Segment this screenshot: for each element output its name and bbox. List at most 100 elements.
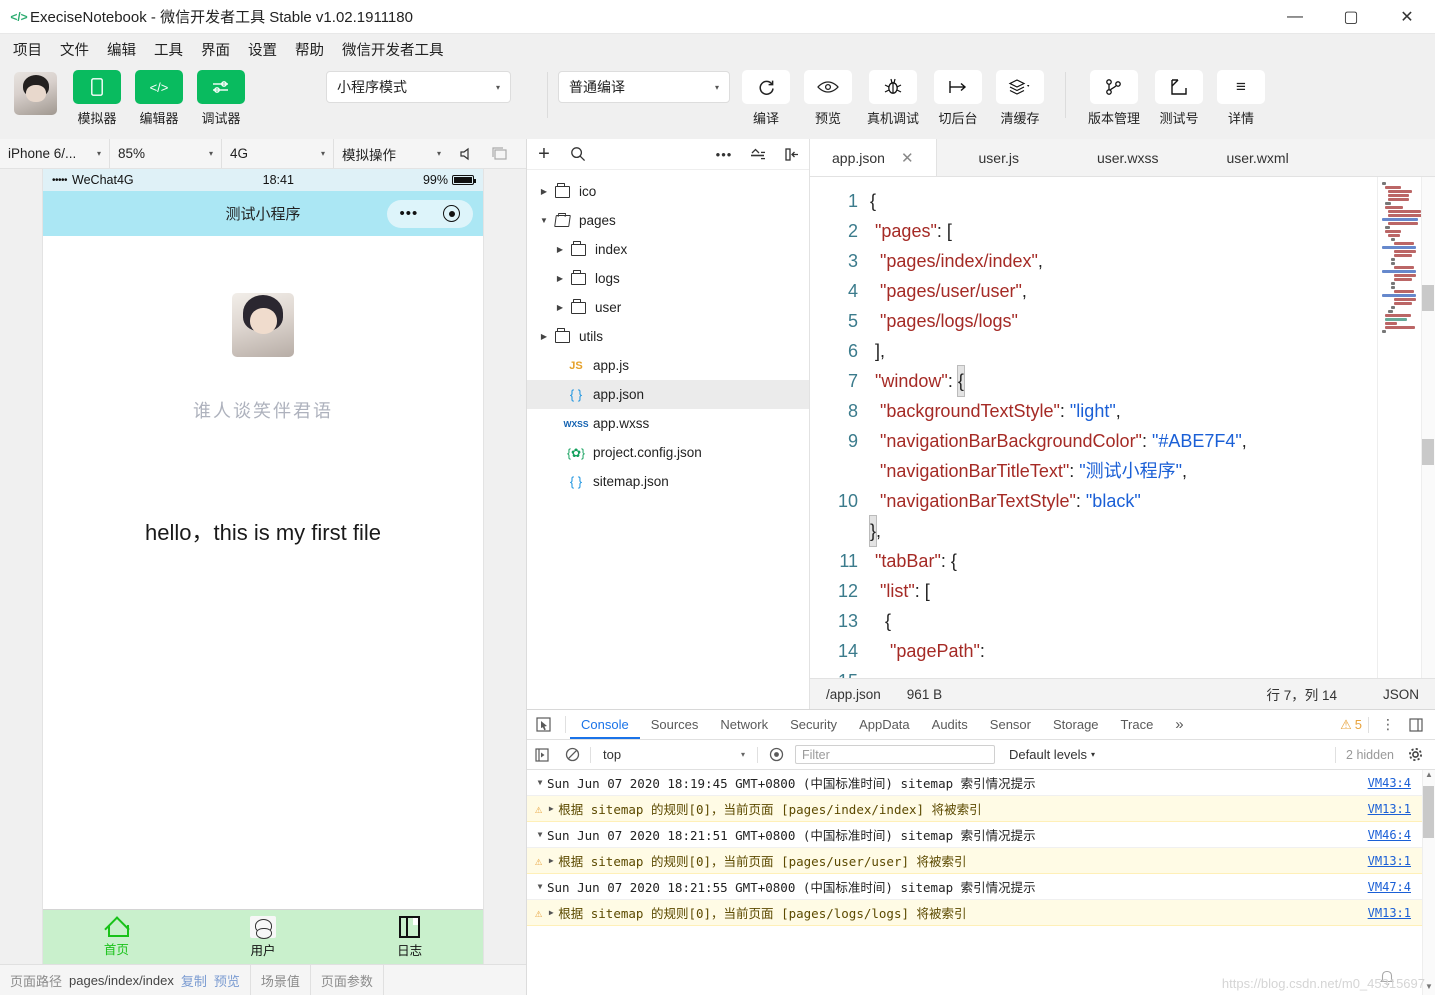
console-row-warning[interactable]: ⚠ ▶ 根据 sitemap 的规则[0]，当前页面 [pages/logs/l… (527, 900, 1435, 926)
kebab-menu-icon[interactable]: ⋮ (1375, 710, 1401, 740)
network-select[interactable]: 4G ▾ (222, 138, 334, 169)
clear-cache-button[interactable]: 清缓存 (992, 70, 1048, 127)
debugger-toggle-button[interactable]: 调试器 (193, 70, 249, 127)
dock-icon[interactable] (1403, 710, 1429, 740)
compile-button[interactable]: 编译 (738, 70, 794, 127)
scroll-up-icon[interactable]: ▲ (1423, 770, 1435, 783)
file-tree-item-project-config[interactable]: {✿} project.config.json (527, 438, 809, 467)
chevron-right-icon[interactable]: ▶ (553, 274, 567, 283)
menu-item-settings[interactable]: 设置 (239, 36, 286, 63)
editor-minimap[interactable] (1377, 177, 1435, 678)
file-tree-item-app-json[interactable]: { } app.json (527, 380, 809, 409)
simulator-toggle-button[interactable]: 模拟器 (69, 70, 125, 127)
console-row-group[interactable]: ▼ Sun Jun 07 2020 18:21:51 GMT+0800 (中国标… (527, 822, 1435, 848)
preview-path-button[interactable]: 预览 (214, 971, 240, 990)
compile-mode-select[interactable]: 普通编译 ▾ (558, 71, 730, 103)
editor-language[interactable]: JSON (1363, 687, 1419, 702)
file-tree-item-user[interactable]: ▶ user (527, 293, 809, 322)
execute-icon[interactable] (527, 740, 557, 770)
plus-icon[interactable]: + (527, 139, 561, 170)
chevron-down-icon[interactable]: ▼ (533, 882, 547, 891)
menu-item-file[interactable]: 文件 (51, 36, 98, 63)
speaker-icon[interactable] (449, 139, 483, 169)
more-icon[interactable]: ••• (707, 139, 741, 170)
tab-overflow[interactable]: » (1164, 710, 1194, 739)
tabbar-item-logs[interactable]: 日志 (336, 910, 483, 964)
console-row-group[interactable]: ▼ Sun Jun 07 2020 18:21:55 GMT+0800 (中国标… (527, 874, 1435, 900)
tab-sensor[interactable]: Sensor (979, 710, 1042, 739)
page-params-button[interactable]: 页面参数 (311, 965, 383, 995)
preview-button[interactable]: 预览 (800, 70, 856, 127)
close-button[interactable]: ✕ (1379, 0, 1435, 34)
minimize-button[interactable]: — (1267, 0, 1323, 34)
menu-item-tools[interactable]: 工具 (145, 36, 192, 63)
console-log-list[interactable]: ▼ Sun Jun 07 2020 18:19:45 GMT+0800 (中国标… (527, 770, 1435, 995)
live-expression-icon[interactable] (761, 740, 791, 770)
copy-path-button[interactable]: 复制 (181, 971, 207, 990)
mode-select[interactable]: 小程序模式 ▾ (326, 71, 511, 103)
sidebar-toggle-icon[interactable] (775, 139, 809, 170)
nav-capsule[interactable]: ••• (387, 199, 473, 228)
file-tree-item-app-wxss[interactable]: WXSS app.wxss (527, 409, 809, 438)
maximize-button[interactable]: ▢ (1323, 0, 1379, 34)
tabbar-item-home[interactable]: 首页 (43, 910, 190, 964)
tab-network[interactable]: Network (709, 710, 779, 739)
file-tree-item-logs[interactable]: ▶ logs (527, 264, 809, 293)
minimap-thumb-2[interactable] (1422, 439, 1434, 465)
chevron-right-icon[interactable]: ▶ (544, 908, 558, 917)
tab-storage[interactable]: Storage (1042, 710, 1110, 739)
editor-code-lines[interactable]: { "pages": [ "pages/index/index", "pages… (868, 177, 1377, 678)
console-context-select[interactable]: top ▾ (594, 747, 754, 762)
chevron-right-icon[interactable]: ▶ (537, 332, 551, 341)
file-tree-item-index[interactable]: ▶ index (527, 235, 809, 264)
file-tree-item-app-js[interactable]: JS app.js (527, 351, 809, 380)
tabbar-item-user[interactable]: 用户 (190, 910, 337, 964)
background-button[interactable]: 切后台 (930, 70, 986, 127)
inspect-icon[interactable] (527, 710, 561, 739)
editor-tab-user-js[interactable]: user.js (937, 139, 1061, 176)
clear-console-icon[interactable] (557, 740, 587, 770)
console-row-warning[interactable]: ⚠ ▶ 根据 sitemap 的规则[0]，当前页面 [pages/index/… (527, 796, 1435, 822)
scene-value-button[interactable]: 场景值 (251, 965, 310, 995)
file-tree-item-pages[interactable]: ▼ pages (527, 206, 809, 235)
tab-audits[interactable]: Audits (921, 710, 979, 739)
warning-badge[interactable]: ⚠ 5 (1340, 717, 1362, 733)
editor-tab-app-json[interactable]: app.json ✕ (810, 139, 937, 176)
close-icon[interactable]: ✕ (901, 149, 914, 167)
collapse-all-icon[interactable] (741, 139, 775, 170)
chevron-down-icon[interactable]: ▼ (533, 830, 547, 839)
menu-item-devtool[interactable]: 微信开发者工具 (333, 36, 453, 63)
menu-item-help[interactable]: 帮助 (286, 36, 333, 63)
editor-toggle-button[interactable]: </> 编辑器 (131, 70, 187, 127)
version-control-button[interactable]: 版本管理 (1083, 70, 1145, 127)
console-filter-input[interactable]: Filter (795, 745, 995, 764)
chevron-right-icon[interactable]: ▶ (553, 245, 567, 254)
tab-console[interactable]: Console (570, 710, 640, 739)
tab-trace[interactable]: Trace (1110, 710, 1165, 739)
details-button[interactable]: ≡ 详情 (1213, 70, 1269, 127)
chevron-down-icon[interactable]: ▼ (533, 778, 547, 787)
menu-item-ui[interactable]: 界面 (192, 36, 239, 63)
console-levels-select[interactable]: Default levels ▾ (1009, 747, 1095, 762)
menu-item-project[interactable]: 项目 (4, 36, 51, 63)
simulate-action-select[interactable]: 模拟操作 ▾ (334, 139, 449, 169)
file-tree-item-sitemap[interactable]: { } sitemap.json (527, 467, 809, 496)
minimap-scrollbar[interactable] (1421, 177, 1435, 678)
test-account-button[interactable]: 测试号 (1151, 70, 1207, 127)
console-row-group[interactable]: ▼ Sun Jun 07 2020 18:19:45 GMT+0800 (中国标… (527, 770, 1435, 796)
file-tree-item-ico[interactable]: ▶ ico (527, 177, 809, 206)
menu-item-edit[interactable]: 编辑 (98, 36, 145, 63)
editor-tab-user-wxss[interactable]: user.wxss (1061, 139, 1194, 176)
editor-cursor-position[interactable]: 行 7，列 14 (1266, 684, 1337, 704)
window-icon[interactable] (483, 139, 517, 169)
tab-appdata[interactable]: AppData (848, 710, 921, 739)
chevron-right-icon[interactable]: ▶ (537, 187, 551, 196)
real-device-debug-button[interactable]: 真机调试 (862, 70, 924, 127)
tab-sources[interactable]: Sources (640, 710, 710, 739)
console-row-warning[interactable]: ⚠ ▶ 根据 sitemap 的规则[0]，当前页面 [pages/user/u… (527, 848, 1435, 874)
file-tree-item-utils[interactable]: ▶ utils (527, 322, 809, 351)
chevron-right-icon[interactable]: ▶ (544, 804, 558, 813)
more-dots-icon[interactable]: ••• (400, 206, 419, 221)
tab-security[interactable]: Security (779, 710, 848, 739)
search-icon[interactable] (561, 139, 595, 170)
